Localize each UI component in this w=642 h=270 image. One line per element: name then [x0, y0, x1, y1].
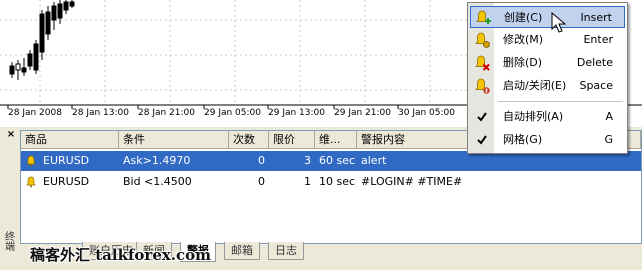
cell-timeout: 10 sec: [319, 175, 356, 188]
menu-item-auto-arrange[interactable]: 自动排列(A) A: [470, 106, 625, 128]
menu-separator: [498, 101, 623, 102]
bell-toggle-icon: [475, 78, 490, 94]
candle-body: [15, 63, 21, 71]
terminal-title: 终端: [5, 232, 15, 253]
menu-item-toggle[interactable]: 启动/关闭(E) Space: [470, 75, 625, 97]
close-icon[interactable]: ×: [5, 129, 17, 141]
context-menu: 创建(C) Insert 修改(M) Enter 删除(D) Delete 启动…: [467, 2, 628, 154]
x-tick-label: 29 Jan 05:00: [204, 108, 261, 118]
x-tick-label: 28 Jan 13:00: [72, 108, 129, 118]
menu-item-label: 修改(M): [503, 33, 544, 46]
candle-body: [57, 3, 63, 19]
column-header-condition[interactable]: 条件: [119, 131, 229, 149]
cell-limit: 1: [304, 175, 311, 188]
menu-item-shortcut: Insert: [580, 11, 612, 24]
table-row[interactable]: EURUSD Bid <1.4500 0 1 10 sec #LOGIN# #T…: [21, 172, 641, 192]
check-icon: [477, 112, 487, 122]
cell-content: alert: [361, 154, 387, 167]
cell-symbol: EURUSD: [43, 175, 90, 188]
candle-body: [39, 13, 45, 53]
menu-item-label: 启动/关闭(E): [503, 79, 567, 92]
x-tick-label: 30 Jan 05:00: [398, 108, 455, 118]
menu-item-shortcut: Space: [579, 79, 613, 92]
menu-item-label: 删除(D): [503, 56, 543, 69]
candle-body: [9, 65, 15, 75]
column-header-count[interactable]: 次数: [229, 131, 269, 149]
menu-item-shortcut: G: [604, 133, 613, 146]
watermark: 稿客外汇 talkforex.com: [30, 246, 212, 264]
candle-body: [51, 5, 57, 21]
tab-mailbox[interactable]: 邮箱: [224, 242, 260, 260]
column-header-timeout[interactable]: 维...: [315, 131, 357, 149]
cell-timeout: 60 sec: [319, 154, 356, 167]
cell-condition: Ask>1.4970: [123, 154, 191, 167]
bell-add-icon: [476, 10, 491, 24]
mouse-cursor-icon: [551, 12, 567, 33]
menu-item-modify[interactable]: 修改(M) Enter: [470, 29, 625, 51]
x-tick-label: 28 Jan 21:00: [138, 108, 195, 118]
menu-item-delete[interactable]: 删除(D) Delete: [470, 52, 625, 74]
cell-content: #LOGIN# #TIME#: [361, 175, 463, 188]
check-icon: [477, 135, 487, 145]
x-tick-label: 29 Jan 13:00: [268, 108, 325, 118]
tab-journal[interactable]: 日志: [268, 242, 304, 260]
column-header-symbol[interactable]: 商品: [21, 131, 119, 149]
menu-item-shortcut: Delete: [576, 56, 613, 69]
candle-body: [45, 11, 51, 35]
bell-icon: [26, 155, 36, 167]
menu-item-shortcut: Enter: [583, 33, 613, 46]
cell-limit: 3: [304, 154, 311, 167]
x-tick-label: 28 Jan 2008: [8, 108, 62, 118]
bell-delete-icon: [475, 55, 490, 71]
candle-body: [63, 1, 69, 11]
cell-symbol: EURUSD: [43, 154, 90, 167]
cell-condition: Bid <1.4500: [123, 175, 192, 188]
bell-icon: [26, 176, 36, 188]
candle-body: [69, 1, 75, 7]
menu-item-label: 网格(G): [503, 133, 543, 146]
column-header-limit[interactable]: 限价: [269, 131, 315, 149]
table-row[interactable]: EURUSD Ask>1.4970 0 3 60 sec alert: [21, 151, 641, 171]
cell-count: 0: [258, 175, 265, 188]
bell-edit-icon: [475, 32, 490, 48]
menu-item-label: 自动排列(A): [503, 110, 564, 123]
menu-item-label: 创建(C): [504, 11, 543, 24]
candlesticks: [9, 0, 75, 80]
x-tick-label: 29 Jan 21:00: [334, 108, 391, 118]
terminal-side-label: 终端: [4, 145, 18, 265]
candle-body: [27, 53, 33, 67]
chart-grid: [0, 0, 470, 105]
menu-item-grid[interactable]: 网格(G) G: [470, 129, 625, 151]
candle-body: [21, 67, 27, 73]
candle-body: [33, 43, 39, 71]
menu-item-create[interactable]: 创建(C) Insert: [470, 6, 625, 28]
menu-item-shortcut: A: [605, 110, 613, 123]
cell-count: 0: [258, 154, 265, 167]
